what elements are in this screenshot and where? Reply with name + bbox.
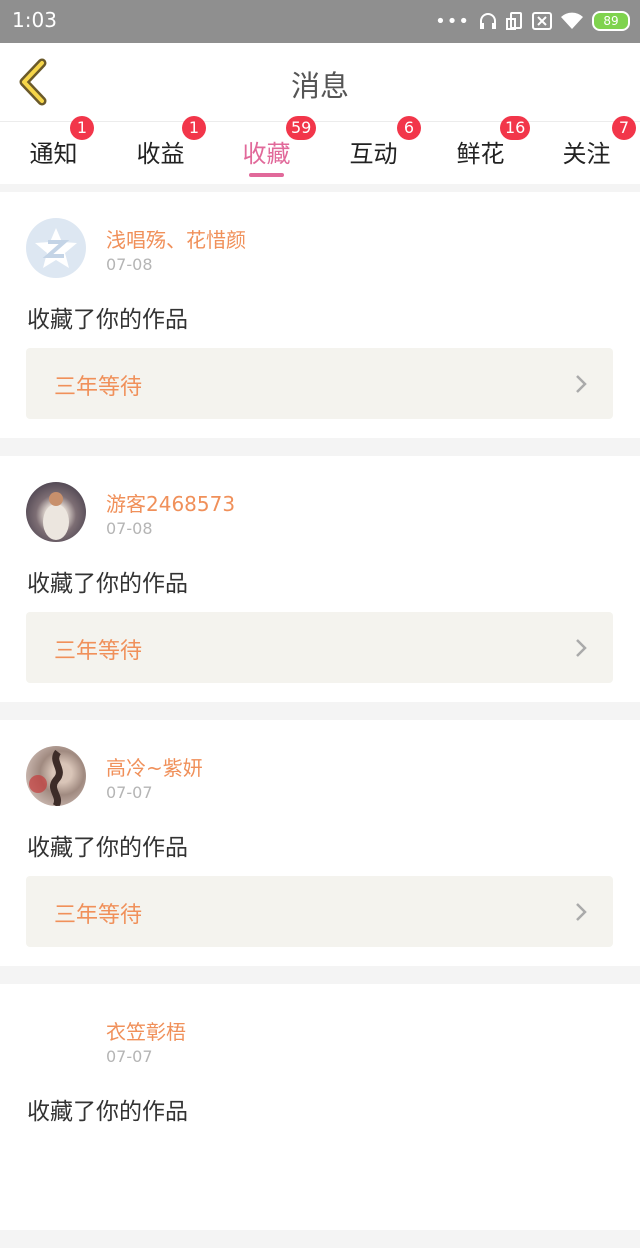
message-list: 浅唱殇、花惜颜 07-08 收藏了你的作品 三年等待 游客2468573 07-… (0, 192, 640, 1248)
tab-label: 通知 (29, 140, 78, 168)
username[interactable]: 游客2468573 (106, 488, 235, 517)
message-card: 游客2468573 07-08 收藏了你的作品 三年等待 (0, 456, 640, 702)
more-dots-icon: ••• (435, 10, 470, 32)
username[interactable]: 衣笠彰梧 (106, 1016, 186, 1045)
chevron-right-icon (576, 639, 587, 657)
work-title: 三年等待 (54, 903, 143, 928)
tab-earnings[interactable]: 收益 1 (107, 116, 214, 184)
work-link[interactable]: 三年等待 (26, 348, 613, 419)
tab-badge: 59 (286, 116, 317, 140)
work-title: 三年等待 (54, 375, 143, 400)
tab-badge: 1 (70, 116, 94, 140)
wifi-icon (561, 12, 583, 29)
status-icons: ••• 89 (435, 9, 630, 33)
work-link[interactable]: 三年等待 (26, 876, 613, 947)
message-card: 浅唱殇、花惜颜 07-08 收藏了你的作品 三年等待 (0, 192, 640, 438)
tab-notifications[interactable]: 通知 1 (0, 116, 107, 184)
status-time: 1:03 (12, 8, 57, 32)
username[interactable]: 浅唱殇、花惜颜 (106, 224, 246, 253)
message-card: 衣笠彰梧 07-07 收藏了你的作品 (0, 984, 640, 1230)
headset-icon (480, 13, 496, 29)
default-avatar-icon[interactable] (26, 218, 86, 278)
username[interactable]: 高冷~紫妍 (106, 752, 203, 781)
user-avatar[interactable] (26, 482, 86, 542)
tab-badge: 7 (612, 116, 636, 140)
tab-badge: 16 (500, 116, 531, 140)
header: 消息 (0, 43, 640, 121)
sim-off-icon (532, 12, 552, 30)
action-text: 收藏了你的作品 (27, 571, 188, 597)
message-date: 07-08 (106, 519, 153, 538)
work-title: 三年等待 (54, 639, 143, 664)
chevron-right-icon (576, 903, 587, 921)
message-card: 高冷~紫妍 07-07 收藏了你的作品 三年等待 (0, 720, 640, 966)
tab-badge: 6 (397, 116, 421, 140)
page-title: 消息 (290, 69, 349, 103)
tab-badge: 1 (182, 116, 206, 140)
tab-favorites[interactable]: 收藏 59 (213, 116, 320, 184)
tab-flowers[interactable]: 鲜花 16 (427, 116, 534, 184)
status-bar: 1:03 ••• 89 (0, 0, 640, 43)
user-avatar[interactable] (26, 746, 86, 806)
message-date: 07-07 (106, 1047, 153, 1066)
message-date: 07-07 (106, 783, 153, 802)
tab-bar: 通知 1 收益 1 收藏 59 互动 6 鲜花 16 关注 7 (0, 116, 640, 184)
action-text: 收藏了你的作品 (27, 835, 188, 861)
active-tab-indicator (249, 173, 284, 177)
message-date: 07-08 (106, 255, 153, 274)
tab-interactions[interactable]: 互动 6 (320, 116, 427, 184)
tab-following[interactable]: 关注 7 (533, 116, 640, 184)
screen-rotate-icon (506, 12, 522, 30)
action-text: 收藏了你的作品 (27, 1099, 188, 1125)
action-text: 收藏了你的作品 (27, 307, 188, 333)
work-link[interactable]: 三年等待 (26, 612, 613, 683)
battery-indicator: 89 (592, 11, 630, 31)
chevron-right-icon (576, 375, 587, 393)
